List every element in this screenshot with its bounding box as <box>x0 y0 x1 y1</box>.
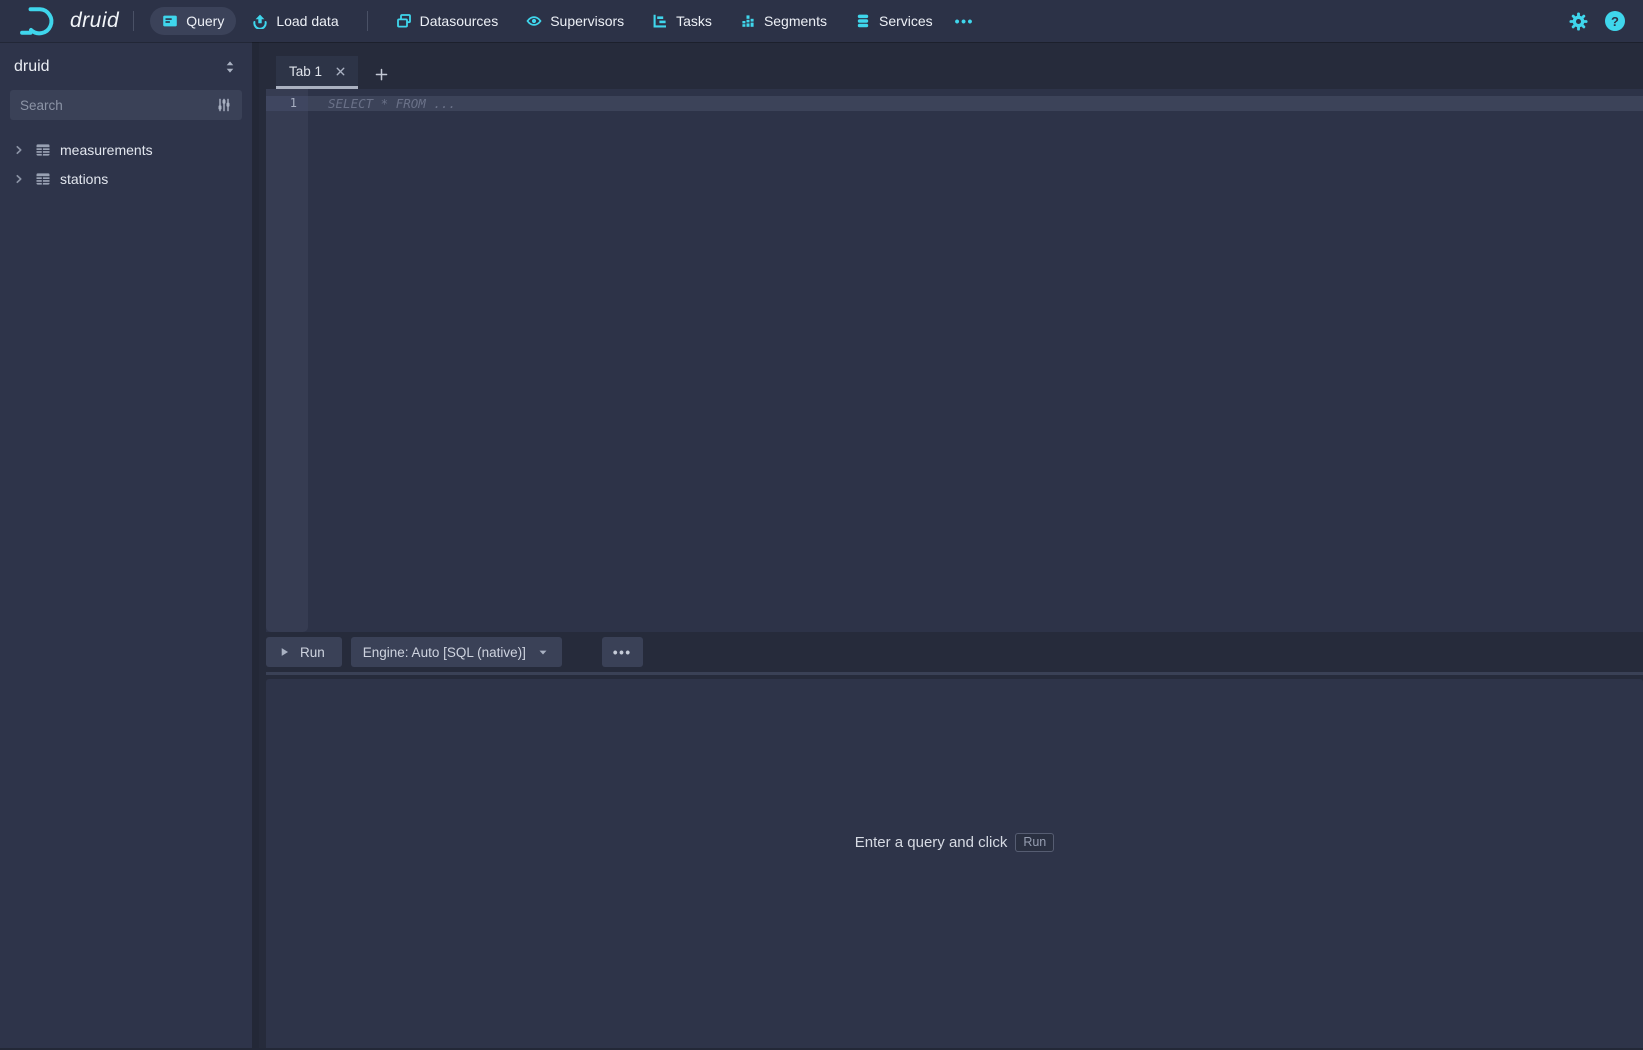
nav-item-label: Datasources <box>420 13 499 29</box>
tab-close-button[interactable] <box>333 64 348 79</box>
close-icon <box>334 65 347 78</box>
gear-icon <box>1569 12 1588 31</box>
druid-logo[interactable]: druid <box>18 5 119 37</box>
add-tab-button[interactable] <box>365 59 397 89</box>
logo-wordmark: druid <box>70 9 119 33</box>
nav-item-label: Supervisors <box>550 13 624 29</box>
editor-gutter <box>266 89 308 632</box>
search-input[interactable] <box>20 98 214 113</box>
engine-label: Engine: Auto [SQL (native)] <box>363 645 526 660</box>
nav-item-load-data[interactable]: Load data <box>240 7 350 35</box>
table-search <box>10 90 242 120</box>
caret-down-icon <box>536 645 550 659</box>
nav-item-segments[interactable]: Segments <box>728 7 839 35</box>
table-name: measurements <box>60 142 153 158</box>
nav-item-services[interactable]: Services <box>843 7 945 35</box>
navbar-divider <box>367 11 368 31</box>
nav-item-label: Load data <box>276 13 338 29</box>
play-icon <box>277 645 291 659</box>
results-panel: Enter a query and click Run <box>266 679 1643 1050</box>
navbar-divider <box>133 11 134 31</box>
tab-query-1[interactable]: Tab 1 <box>276 56 358 89</box>
nav-item-query[interactable]: Query <box>150 7 236 35</box>
run-hint-badge: Run <box>1015 833 1054 852</box>
nav-item-supervisors[interactable]: Supervisors <box>514 7 636 35</box>
segments-icon <box>740 13 756 29</box>
schema-name: druid <box>14 58 50 76</box>
query-tab-bar: Tab 1 <box>266 42 1643 89</box>
load-data-icon <box>252 13 268 29</box>
supervisors-icon <box>526 13 542 29</box>
chevron-right-icon[interactable] <box>12 172 26 186</box>
help-icon: ? <box>1611 14 1619 29</box>
navbar-right-group: ? <box>1569 11 1629 31</box>
sliders-icon <box>216 97 232 113</box>
engine-select-button[interactable]: Engine: Auto [SQL (native)] <box>351 637 562 667</box>
schema-caret-button[interactable] <box>220 57 240 77</box>
tasks-icon <box>652 13 668 29</box>
sql-editor[interactable]: 1 SELECT * FROM ... <box>266 89 1643 632</box>
nav-item-label: Query <box>186 13 224 29</box>
tab-label: Tab 1 <box>289 64 322 79</box>
schema-selector[interactable]: druid <box>0 42 252 90</box>
empty-results-message: Enter a query and click Run <box>855 833 1055 852</box>
table-tree: measurements stations <box>0 135 252 193</box>
run-button-label: Run <box>300 645 325 660</box>
settings-button[interactable] <box>1569 12 1588 31</box>
tree-row-stations[interactable]: stations <box>0 164 252 193</box>
table-name: stations <box>60 171 108 187</box>
chevron-right-icon[interactable] <box>12 143 26 157</box>
query-more-button[interactable]: ••• <box>602 637 643 667</box>
help-button[interactable]: ? <box>1605 11 1625 31</box>
line-number: 1 <box>266 96 297 111</box>
schema-sidebar: druid <box>0 42 259 1050</box>
run-toolbar: Run Engine: Auto [SQL (native)] ••• <box>266 637 1643 667</box>
nav-item-tasks[interactable]: Tasks <box>640 7 724 35</box>
datasources-icon <box>396 13 412 29</box>
top-navbar: druid Query Load data Datasources Superv… <box>0 0 1643 42</box>
run-button[interactable]: Run <box>266 637 342 667</box>
services-icon <box>855 13 871 29</box>
results-splitter-handle[interactable] <box>266 672 1643 675</box>
nav-item-label: Tasks <box>676 13 712 29</box>
plus-icon <box>374 67 389 82</box>
editor-active-line <box>266 96 1643 111</box>
nav-more-button[interactable]: ••• <box>947 7 982 35</box>
druid-logo-icon <box>18 5 60 37</box>
table-icon <box>35 142 51 158</box>
nav-item-datasources[interactable]: Datasources <box>384 7 511 35</box>
tree-row-measurements[interactable]: measurements <box>0 135 252 164</box>
message-text: Enter a query and click <box>855 834 1008 851</box>
table-icon <box>35 171 51 187</box>
query-workbench: Tab 1 1 SELECT * FROM ... Run En <box>266 42 1643 1050</box>
nav-item-label: Segments <box>764 13 827 29</box>
filter-options-button[interactable] <box>214 95 234 115</box>
double-caret-vertical-icon <box>222 59 238 75</box>
editor-placeholder: SELECT * FROM ... <box>328 96 456 111</box>
nav-item-label: Services <box>879 13 933 29</box>
query-icon <box>162 13 178 29</box>
